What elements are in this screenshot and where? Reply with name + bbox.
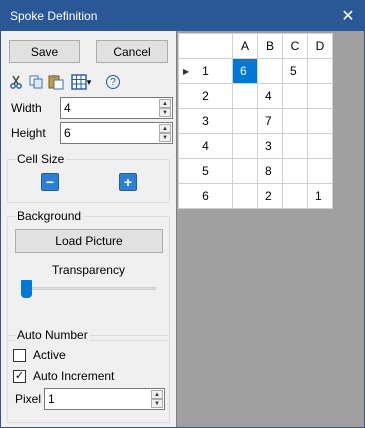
grid-cell[interactable]: 6 [232, 58, 258, 84]
window-title: Spoke Definition [10, 9, 98, 23]
row-header[interactable]: 5 [178, 158, 233, 184]
grid-cell[interactable]: 2 [257, 183, 283, 209]
decrease-cell-size-button[interactable]: − [41, 173, 59, 191]
transparency-slider-track[interactable] [25, 287, 156, 290]
row-header[interactable]: ▶ 1 [178, 58, 233, 84]
height-up-button[interactable]: ▲ [159, 124, 171, 133]
spoke-grid-area: A B C D ▶ 1 6 5 2 4 3 7 4 3 5 8 6 2 1 [176, 31, 364, 427]
active-checkbox-row[interactable]: Active [13, 347, 66, 363]
table-row: 2 4 [178, 83, 333, 109]
cancel-button[interactable]: Cancel [96, 40, 168, 63]
height-value: 6 [64, 126, 71, 140]
grid-cell[interactable] [307, 133, 333, 159]
row-header[interactable]: 3 [178, 108, 233, 134]
grid-cell[interactable] [232, 183, 258, 209]
grid-cell[interactable]: 7 [257, 108, 283, 134]
grid-cell[interactable]: 5 [282, 58, 308, 84]
increase-cell-size-button[interactable]: + [119, 173, 137, 191]
grid-cell[interactable] [307, 58, 333, 84]
background-title: Background [15, 209, 84, 223]
plus-icon: + [123, 174, 133, 190]
row-header[interactable]: 4 [178, 133, 233, 159]
grid-cell[interactable] [282, 183, 308, 209]
width-down-button[interactable]: ▼ [159, 108, 171, 117]
minus-icon: − [45, 174, 55, 190]
chevron-down-icon: ▾ [86, 76, 92, 87]
help-icon[interactable]: ? [104, 73, 122, 91]
grid-cell[interactable] [232, 108, 258, 134]
save-button[interactable]: Save [9, 40, 80, 63]
copy-icon[interactable] [27, 73, 45, 91]
load-picture-button[interactable]: Load Picture [15, 229, 163, 253]
row-header[interactable]: 6 [178, 183, 233, 209]
pixel-label: Pixel [15, 392, 42, 406]
grid-cell[interactable] [282, 83, 308, 109]
height-input[interactable]: 6 ▲ ▼ [60, 122, 173, 144]
paste-icon[interactable] [47, 73, 65, 91]
row-header[interactable]: 2 [178, 83, 233, 109]
height-label: Height [11, 126, 46, 140]
spoke-grid[interactable]: A B C D ▶ 1 6 5 2 4 3 7 4 3 5 8 6 2 1 [178, 33, 333, 209]
grid-cell[interactable] [282, 158, 308, 184]
current-row-icon: ▶ [183, 67, 190, 76]
table-row: 5 8 [178, 158, 333, 184]
column-header[interactable]: D [307, 33, 333, 59]
column-header[interactable]: B [257, 33, 283, 59]
width-value: 4 [64, 101, 71, 115]
spoke-definition-window: Spoke Definition ✕ Save Cancel ▾ ? Width… [0, 0, 365, 428]
grid-cell[interactable]: 8 [257, 158, 283, 184]
auto-increment-checkbox[interactable]: ✓ [13, 369, 26, 383]
grid-cell[interactable] [257, 58, 283, 84]
table-row: ▶ 1 6 5 [178, 58, 333, 84]
active-checkbox[interactable] [13, 348, 26, 362]
table-row: 3 7 [178, 108, 333, 134]
close-button[interactable]: ✕ [334, 1, 362, 31]
auto-number-title: Auto Number [15, 328, 90, 342]
column-header[interactable]: C [282, 33, 308, 59]
width-input[interactable]: 4 ▲ ▼ [60, 97, 173, 119]
grid-cell[interactable] [232, 133, 258, 159]
row-header-label: 1 [202, 64, 209, 78]
grid-cell[interactable] [307, 83, 333, 109]
cell-size-title: Cell Size [15, 152, 67, 166]
transparency-label: Transparency [52, 263, 125, 277]
grid-cell[interactable] [307, 158, 333, 184]
column-header[interactable]: A [232, 33, 258, 59]
pixel-down-button[interactable]: ▼ [151, 399, 163, 408]
grid-cell[interactable] [282, 108, 308, 134]
width-up-button[interactable]: ▲ [159, 99, 171, 108]
transparency-slider-thumb[interactable] [21, 280, 32, 298]
grid-cell[interactable] [232, 158, 258, 184]
grid-cell[interactable] [282, 133, 308, 159]
width-label: Width [11, 101, 42, 115]
close-icon: ✕ [341, 8, 355, 25]
table-row: 6 2 1 [178, 183, 333, 209]
active-label: Active [33, 348, 66, 362]
grid-cell[interactable]: 1 [307, 183, 333, 209]
title-bar: Spoke Definition ✕ [1, 1, 364, 31]
left-panel: Save Cancel ▾ ? Width 4 ▲ ▼ Height 6 ▲ ▼… [1, 31, 176, 427]
grid-cell[interactable]: 4 [257, 83, 283, 109]
table-icon[interactable]: ▾ [67, 73, 95, 91]
help-icon-glyph: ? [106, 75, 120, 89]
grid-corner[interactable] [178, 33, 233, 59]
scissors-icon[interactable] [7, 73, 25, 91]
height-down-button[interactable]: ▼ [159, 133, 171, 142]
grid-cell[interactable] [232, 83, 258, 109]
pixel-value: 1 [48, 392, 55, 406]
column-header-row: A B C D [178, 33, 333, 59]
table-row: 4 3 [178, 133, 333, 159]
pixel-up-button[interactable]: ▲ [151, 390, 163, 399]
grid-cell[interactable] [307, 108, 333, 134]
auto-increment-label: Auto Increment [33, 369, 115, 383]
auto-increment-checkbox-row[interactable]: ✓ Auto Increment [13, 368, 114, 384]
pixel-input[interactable]: 1 ▲ ▼ [44, 388, 165, 410]
check-icon: ✓ [14, 369, 25, 382]
grid-cell[interactable]: 3 [257, 133, 283, 159]
